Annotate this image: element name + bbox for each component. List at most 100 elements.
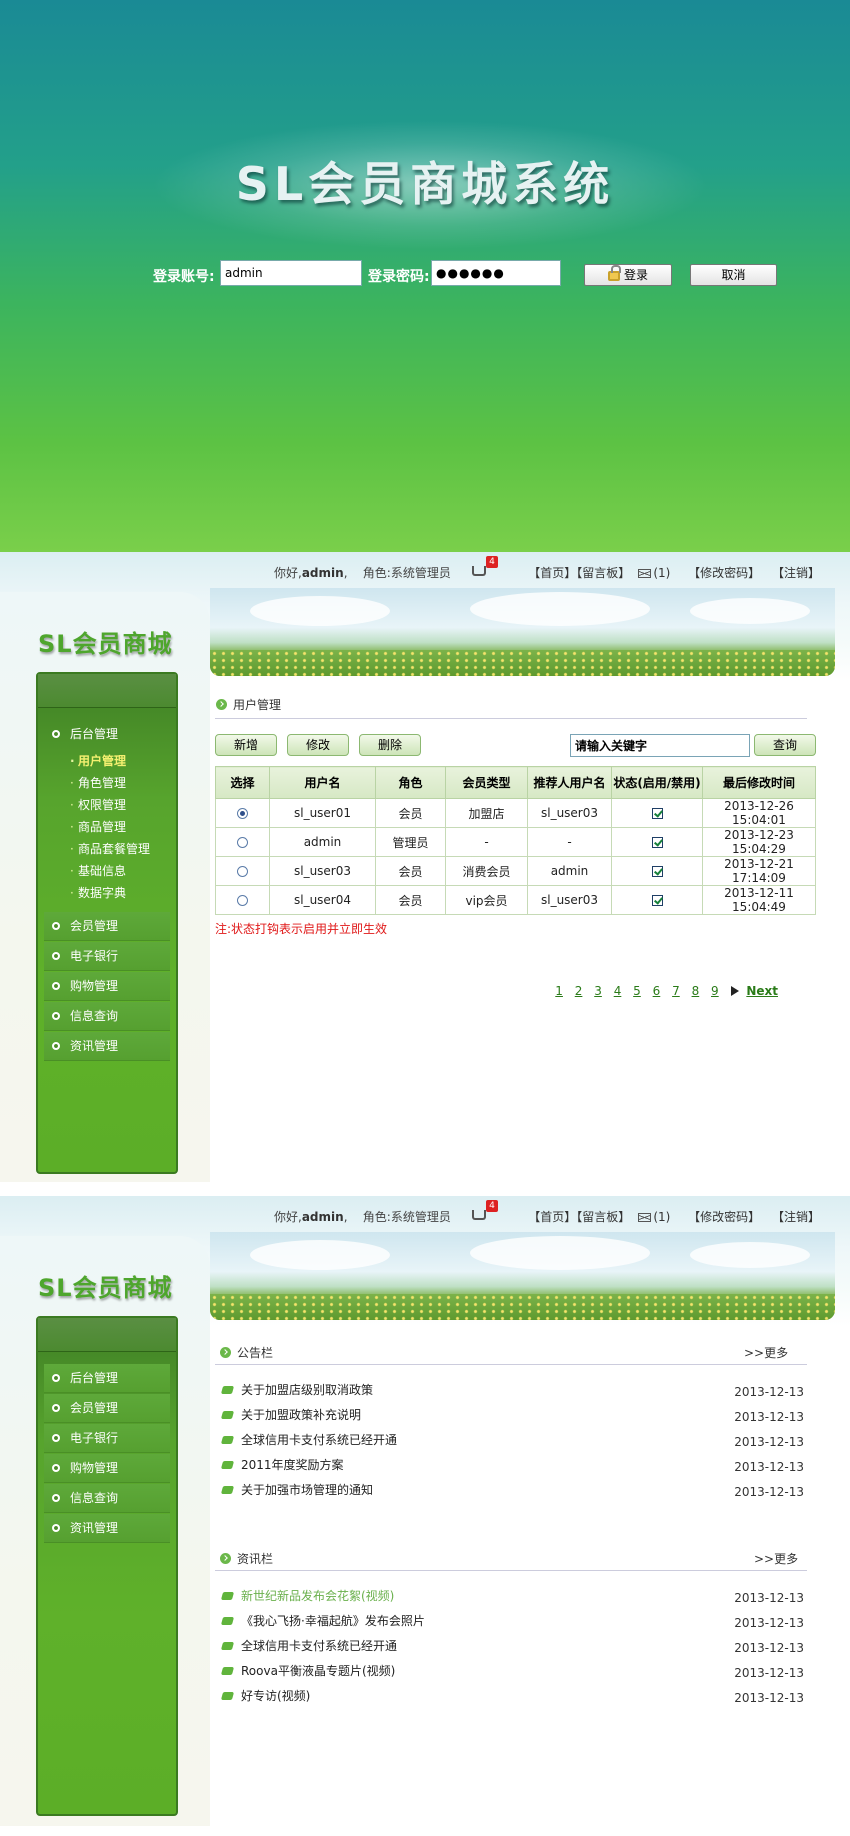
bullet-icon [52,1012,60,1020]
change-password-link[interactable]: 【修改密码】 [688,1210,760,1224]
page-link-9[interactable]: 9 [711,984,719,998]
page-link-8[interactable]: 8 [692,984,700,998]
cell-member-type: - [445,827,528,857]
table-header-row: 选择 用户名 角色 会员类型 推荐人用户名 状态(启用/禁用) 最后修改时间 [215,766,816,799]
cart-count-badge: 4 [486,556,498,568]
login-button[interactable]: 登录 [584,264,672,286]
message-board-link[interactable]: 【留言板】 [576,566,630,580]
cell-member-type: 消费会员 [445,856,528,886]
list-item[interactable]: 全球信用卡支付系统已经开通 2013-12-13 [220,1636,804,1661]
notice-list: 关于加盟店级别取消政策 2013-12-13 关于加盟政策补充说明 2013-12-… [220,1380,804,1505]
sidebar-item-news[interactable]: 资讯管理 [44,1514,170,1543]
book-icon [220,1386,235,1394]
cell-referrer: sl_user03 [527,885,612,915]
account-label: 登录账号: [153,269,215,285]
submenu-item-roles[interactable]: 角色管理 [70,772,170,794]
submenu-item-permissions[interactable]: 权限管理 [70,794,170,816]
list-item[interactable]: 关于加盟政策补充说明 2013-12-13 [220,1405,804,1430]
delete-button[interactable]: 删除 [359,734,421,756]
account-input[interactable] [220,260,362,286]
user-table: 选择 用户名 角色 会员类型 推荐人用户名 状态(启用/禁用) 最后修改时间 s… [215,766,816,915]
header-greeting: 你好,admin, 角色:系统管理员 [274,566,451,580]
next-page-link[interactable]: Next [746,984,778,998]
home-link[interactable]: 【首页】 [528,1210,576,1224]
cart-icon[interactable] [472,1210,486,1220]
submenu-item-packages[interactable]: 商品套餐管理 [70,838,170,860]
submenu-item-dictionary[interactable]: 数据字典 [70,882,170,904]
password-input[interactable] [431,260,561,286]
mail-icon[interactable] [638,569,652,578]
list-item[interactable]: 《我心飞扬·幸福起航》发布会照片 2013-12-13 [220,1611,804,1636]
sidebar-item-shopping[interactable]: 购物管理 [44,972,170,1001]
mail-count: (1) [653,566,671,580]
book-icon [220,1411,235,1419]
edit-button[interactable]: 修改 [287,734,349,756]
status-checkbox[interactable] [651,808,663,819]
row-select-radio[interactable] [237,837,248,848]
home-link[interactable]: 【首页】 [528,566,576,580]
list-item[interactable]: 新世纪新品发布会花絮(视频) 2013-12-13 [220,1586,804,1611]
sidebar-item-admin[interactable]: 后台管理 [44,720,170,749]
cell-role: 管理员 [375,827,446,857]
arrow-circle-icon [216,699,227,710]
status-checkbox[interactable] [651,837,663,848]
notice-more-link[interactable]: >>更多 [744,1344,788,1361]
page-link-6[interactable]: 6 [653,984,661,998]
sidebar-item-shopping[interactable]: 购物管理 [44,1454,170,1483]
page-link-7[interactable]: 7 [672,984,680,998]
divider [215,1570,807,1571]
page-link-4[interactable]: 4 [614,984,622,998]
bullet-icon [52,1524,60,1532]
change-password-link[interactable]: 【修改密码】 [688,566,760,580]
add-button[interactable]: 新增 [215,734,277,756]
list-item[interactable]: 关于加强市场管理的通知 2013-12-13 [220,1480,804,1505]
search-input[interactable] [570,734,750,757]
mail-icon[interactable] [638,1213,652,1222]
status-checkbox[interactable] [651,895,663,906]
sidebar-item-ebank[interactable]: 电子银行 [44,942,170,971]
cell-member-type: vip会员 [445,885,528,915]
logout-link[interactable]: 【注销】 [772,566,820,580]
book-icon [220,1592,235,1600]
row-select-radio[interactable] [237,895,248,906]
page-link-1[interactable]: 1 [555,984,563,998]
list-item[interactable]: 关于加盟店级别取消政策 2013-12-13 [220,1380,804,1405]
book-icon [220,1692,235,1700]
sidebar-menu: 后台管理 用户管理 角色管理 权限管理 商品管理 商品套餐管理 基础信息 数据字… [36,672,178,1174]
search-button[interactable]: 查询 [754,734,816,756]
divider [215,1364,807,1365]
bullet-icon [52,952,60,960]
sidebar-item-members[interactable]: 会员管理 [44,1394,170,1423]
submenu-item-users[interactable]: 用户管理 [70,750,170,772]
arrow-circle-icon [220,1553,231,1564]
list-item[interactable]: 好专访(视频) 2013-12-13 [220,1686,804,1711]
cell-username: sl_user03 [269,856,376,886]
row-select-radio[interactable] [237,866,248,877]
list-item[interactable]: Roova平衡液晶专题片(视频) 2013-12-13 [220,1661,804,1686]
cell-role: 会员 [375,798,446,828]
sidebar-item-members[interactable]: 会员管理 [44,912,170,941]
page-link-2[interactable]: 2 [575,984,583,998]
news-more-link[interactable]: >>更多 [754,1550,798,1567]
header-greeting: 你好,admin, 角色:系统管理员 [274,1210,451,1224]
sidebar-item-query[interactable]: 信息查询 [44,1484,170,1513]
cancel-button[interactable]: 取消 [690,264,777,286]
sidebar-item-admin[interactable]: 后台管理 [44,1364,170,1393]
submenu-item-basic-info[interactable]: 基础信息 [70,860,170,882]
message-board-link[interactable]: 【留言板】 [576,1210,630,1224]
list-item[interactable]: 2011年度奖励方案 2013-12-13 [220,1455,804,1480]
page-link-5[interactable]: 5 [633,984,641,998]
admin-submenu: 用户管理 角色管理 权限管理 商品管理 商品套餐管理 基础信息 数据字典 [44,750,170,912]
sidebar-item-news[interactable]: 资讯管理 [44,1032,170,1061]
status-checkbox[interactable] [651,866,663,877]
brand-logo: SL会员商城 [38,630,173,658]
cart-icon[interactable] [472,566,486,576]
row-select-radio[interactable] [237,808,248,819]
sidebar-item-query[interactable]: 信息查询 [44,1002,170,1031]
page-link-3[interactable]: 3 [594,984,602,998]
logout-link[interactable]: 【注销】 [772,1210,820,1224]
list-item[interactable]: 全球信用卡支付系统已经开通 2013-12-13 [220,1430,804,1455]
table-row: sl_user03 会员 消费会员 admin 2013-12-21 17:14… [215,856,816,886]
sidebar-item-ebank[interactable]: 电子银行 [44,1424,170,1453]
submenu-item-products[interactable]: 商品管理 [70,816,170,838]
